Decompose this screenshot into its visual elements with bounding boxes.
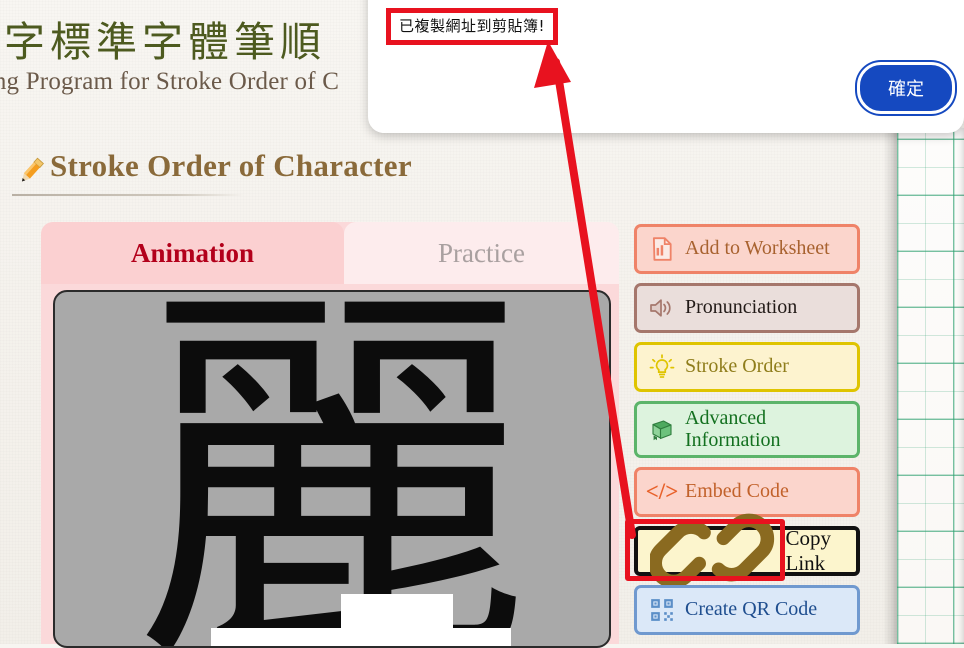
heading-underline: [12, 194, 244, 196]
clipboard-message-box: 已複製網址到剪貼簿!: [386, 8, 559, 45]
qr-code-icon: [651, 599, 673, 621]
tab-animation[interactable]: Animation: [41, 222, 344, 284]
site-title-english: ning Program for Stroke Order of C: [0, 68, 340, 95]
pronunciation-label: Pronunciation: [685, 296, 798, 319]
pronunciation-button[interactable]: Pronunciation: [634, 283, 860, 333]
create-qr-code-label: Create QR Code: [685, 598, 818, 621]
clipboard-dialog: 已複製網址到剪貼簿! 確定: [368, 0, 964, 133]
pencil-icon: [21, 157, 45, 182]
book-icon: [652, 419, 672, 440]
stroke-animation-stage[interactable]: 麗: [53, 290, 611, 648]
page-title: Stroke Order of Character: [50, 148, 412, 183]
clipboard-message: 已複製網址到剪貼簿!: [399, 17, 546, 35]
document-chart-icon: [652, 237, 672, 261]
action-button-panel: Add to Worksheet Pronunciation Stroke Or…: [625, 224, 860, 635]
advanced-information-button[interactable]: Advanced Information: [634, 401, 860, 458]
confirm-button[interactable]: 確定: [857, 62, 955, 114]
advanced-information-label: Advanced Information: [685, 406, 781, 451]
tab-practice[interactable]: Practice: [344, 222, 619, 284]
page-heading: Stroke Order of Character: [8, 148, 438, 200]
copy-link-label: Copy Link: [785, 526, 832, 575]
copy-link-button-wrapper: Copy Link: [625, 513, 860, 589]
content-card: Animation Practice 麗: [41, 222, 619, 648]
confirm-button-label: 確定: [888, 79, 924, 100]
speaker-icon: [650, 299, 671, 317]
tab-practice-label: Practice: [438, 237, 525, 268]
stroke-order-button[interactable]: Stroke Order: [634, 342, 860, 392]
stroke-character: 麗: [134, 290, 530, 648]
grid-paper-strip: [883, 128, 964, 644]
add-to-worksheet-button[interactable]: Add to Worksheet: [634, 224, 860, 274]
copy-link-button[interactable]: Copy Link: [634, 513, 860, 589]
site-title-chinese: 字標準字體筆順: [4, 18, 326, 66]
tab-animation-label: Animation: [130, 237, 255, 268]
stroke-progress-mask-lower: [211, 628, 511, 646]
lightbulb-icon: [649, 354, 675, 378]
create-qr-code-button[interactable]: Create QR Code: [634, 585, 860, 635]
stroke-order-label: Stroke Order: [685, 355, 789, 378]
add-to-worksheet-label: Add to Worksheet: [685, 237, 830, 260]
